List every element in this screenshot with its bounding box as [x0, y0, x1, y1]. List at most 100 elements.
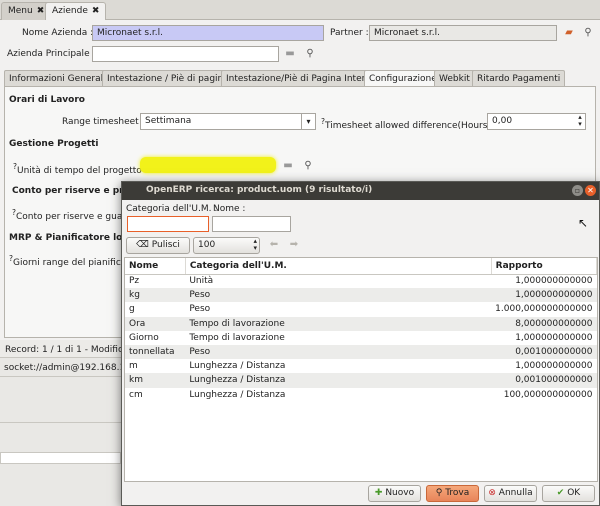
limit-value: 100	[198, 240, 216, 250]
new-icon: ✚	[374, 488, 386, 498]
table-header: Nome Categoria dell'U.M. Rapporto	[125, 258, 598, 275]
timesheet-diff-label: ?Timesheet allowed difference(Hours) :	[321, 117, 497, 131]
tab-ritardo-pagamenti[interactable]: Ritardo Pagamenti	[472, 70, 566, 87]
nuovo-button[interactable]: ✚ Nuovo	[368, 485, 421, 502]
giorni-range-label-text: Giorni range del pianificat	[12, 258, 130, 268]
cell-categoria: Lunghezza / Distanza	[185, 373, 492, 388]
check-icon: ✔	[556, 488, 568, 498]
close-icon[interactable]: ✕	[585, 185, 596, 196]
column-nome[interactable]: Nome	[125, 258, 186, 275]
nome-azienda-field[interactable]: Micronaet s.r.l.	[92, 25, 324, 41]
search-icon: ⚲	[435, 488, 446, 498]
chevron-down-icon[interactable]: ▾	[301, 114, 315, 129]
table-row[interactable]: Pz Unità 1,000000000000	[125, 274, 597, 288]
cell-categoria: Tempo di lavorazione	[185, 316, 492, 331]
cell-nome: m	[129, 361, 138, 372]
divider	[0, 422, 121, 423]
folder-open-icon[interactable]: ▰	[563, 27, 575, 39]
spinner-icon[interactable]: ▴ ▾	[575, 114, 585, 129]
search-icon[interactable]: ⚲	[302, 160, 314, 172]
limit-select[interactable]: 100 ▴ ▾	[193, 237, 260, 254]
nome-input[interactable]	[212, 216, 291, 232]
progetti-section-title: Gestione Progetti	[9, 139, 99, 149]
tab-aziende[interactable]: Aziende ✖	[45, 2, 107, 21]
cell-nome: Ora	[125, 316, 186, 331]
categoria-input[interactable]	[127, 216, 209, 232]
table-row[interactable]: tonnellata Peso 0,001000000000	[125, 344, 597, 360]
tab-informazioni-generali[interactable]: Informazioni Generali	[4, 70, 111, 87]
categoria-label: Categoria dell'U.M. :	[126, 204, 218, 214]
ok-button[interactable]: ✔ OK	[542, 485, 595, 502]
close-icon[interactable]: ✖	[92, 6, 100, 16]
spinner-icon[interactable]: ▴ ▾	[253, 238, 257, 252]
cell-rapporto: 1.000,000000000000	[495, 304, 593, 315]
cell-nome: km	[125, 373, 186, 388]
partner-field[interactable]: Micronaet s.r.l.	[369, 25, 557, 41]
search-dialog: OpenERP ricerca: product.uom (9 risultat…	[121, 181, 600, 506]
cell-categoria: Lunghezza / Distanza	[189, 389, 286, 400]
azienda-principale-field[interactable]	[92, 46, 279, 62]
range-timesheet-value: Settimana	[145, 116, 192, 126]
cancel-icon: ⊗	[488, 488, 499, 498]
orari-section-title: Orari di Lavoro	[9, 95, 85, 105]
trova-button[interactable]: ⚲ Trova	[426, 485, 479, 502]
tab-intestazione-interni[interactable]: Intestazione/Piè di Pagina Interni	[221, 70, 379, 87]
partner-label: Partner :	[330, 28, 369, 38]
cell-rapporto: 1,000000000000	[515, 276, 593, 287]
clear-icon: ⌫	[136, 240, 152, 250]
arrow-left-icon[interactable]: ⬅	[268, 239, 280, 251]
folder-icon[interactable]: ▬	[282, 160, 294, 172]
tab-menu[interactable]: Menu ✖	[1, 2, 52, 20]
timesheet-diff-label-text: Timesheet allowed difference(Hours) :	[324, 121, 497, 131]
cell-rapporto: 100,000000000000	[503, 389, 593, 400]
annulla-button[interactable]: ⊗ Annulla	[484, 485, 537, 502]
tab-menu-label: Menu	[8, 6, 33, 16]
table-row[interactable]: g Peso 1.000,000000000000	[125, 302, 597, 316]
pulisci-button[interactable]: ⌫ Pulisci	[126, 237, 190, 254]
bottom-field	[0, 452, 121, 464]
cell-categoria: Peso	[185, 288, 492, 303]
close-icon[interactable]: ✖	[37, 6, 45, 16]
tab-webkit[interactable]: Webkit	[434, 70, 475, 87]
ok-label: OK	[567, 488, 581, 498]
lower-background	[0, 377, 121, 506]
nome-label: Nome :	[213, 204, 246, 214]
unita-tempo-label: ?Unità di tempo del progetto :	[13, 162, 148, 176]
cell-categoria: Lunghezza / Distanza	[189, 361, 286, 372]
azienda-principale-label: Azienda Principale :	[7, 49, 96, 59]
timesheet-diff-value: 0,00	[492, 116, 513, 126]
folder-icon[interactable]: ▬	[284, 48, 296, 60]
giorni-range-label: ?Giorni range del pianificat	[9, 254, 130, 268]
conto-riserve-label-text: Conto per riserve e guada	[15, 212, 134, 222]
range-timesheet-label: Range timesheet :	[62, 117, 145, 127]
cell-categoria: Unità	[189, 276, 214, 287]
timesheet-diff-field[interactable]: 0,00 ▴ ▾	[487, 113, 586, 130]
cell-nome: g	[129, 304, 135, 315]
range-timesheet-select[interactable]: Settimana ▾	[140, 113, 316, 130]
cell-nome: cm	[129, 389, 143, 400]
table-row[interactable]: m Lunghezza / Distanza 1,000000000000	[125, 359, 597, 373]
cell-categoria: Tempo di lavorazione	[189, 332, 285, 343]
table-row[interactable]: kg Peso 1,000000000000	[125, 288, 597, 303]
trova-label: Trova	[445, 488, 470, 498]
maximize-icon[interactable]: ▫	[572, 185, 583, 196]
cell-nome: Pz	[129, 276, 140, 287]
nome-azienda-label: Nome Azienda :	[22, 28, 94, 38]
dialog-title: OpenERP ricerca: product.uom (9 risultat…	[122, 182, 599, 200]
table-row[interactable]: Giorno Tempo di lavorazione 1,000000000000	[125, 331, 597, 345]
table-row[interactable]: cm Lunghezza / Distanza 100,000000000000	[125, 388, 597, 402]
tab-intestazione[interactable]: Intestazione / Piè di pagina	[102, 70, 234, 87]
table-row[interactable]: Ora Tempo di lavorazione 8,000000000000	[125, 316, 597, 331]
cell-rapporto: 0,001000000000	[491, 344, 597, 360]
search-icon[interactable]: ⚲	[304, 48, 316, 60]
column-categoria[interactable]: Categoria dell'U.M.	[185, 258, 492, 275]
table-row[interactable]: km Lunghezza / Distanza 0,001000000000	[125, 373, 597, 388]
search-icon[interactable]: ⚲	[582, 27, 594, 39]
column-rapporto[interactable]: Rapporto	[491, 258, 598, 275]
arrow-right-icon[interactable]: ➡	[288, 239, 300, 251]
unita-tempo-label-text: Unità di tempo del progetto :	[16, 166, 148, 176]
cursor-icon: ↖	[578, 216, 589, 230]
unita-tempo-field[interactable]	[140, 157, 276, 173]
conto-riserve-label: ?Conto per riserve e guada	[12, 208, 134, 222]
results-table: Nome Categoria dell'U.M. Rapporto Pz Unit…	[125, 258, 598, 402]
